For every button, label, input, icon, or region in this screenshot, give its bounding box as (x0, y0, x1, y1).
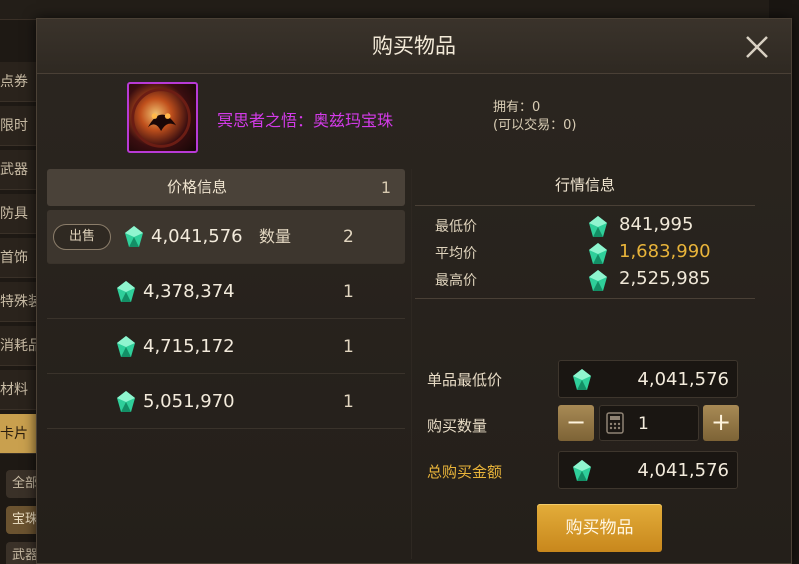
market-divider (415, 298, 755, 299)
quantity-value: 1 (638, 414, 649, 434)
listing-price: 5,051,970 (143, 391, 235, 412)
gem-icon (587, 242, 609, 266)
listing-row[interactable]: 出售 4,041,576 数量 2 (47, 210, 405, 264)
owned-count: 拥有：0 (493, 100, 541, 115)
orb-icon (131, 88, 191, 148)
purchase-quantity-label: 购买数量 (427, 417, 488, 435)
price-info-panel: 价格信息 1 出售 4,041,576 数量 2 4,378,374 1 4,7… (47, 169, 405, 563)
item-icon[interactable] (127, 82, 198, 153)
gem-icon (571, 368, 593, 392)
gem-icon (587, 215, 609, 239)
total-price-label: 总购买金额 (427, 463, 503, 481)
listing-price: 4,041,576 (151, 226, 243, 247)
gem-icon (115, 390, 137, 414)
total-price-value: 4,041,576 (637, 460, 729, 481)
panel-divider (411, 169, 412, 559)
quantity-input[interactable]: 1 (599, 405, 699, 441)
gem-icon (571, 459, 593, 483)
unit-min-price-value: 4,041,576 (637, 369, 729, 390)
unit-min-price-field: 4,041,576 (558, 360, 738, 398)
unit-min-price-label: 单品最低价 (427, 371, 503, 389)
listing-quantity: 1 (343, 337, 354, 357)
buy-item-button[interactable]: 购买物品 (537, 504, 662, 552)
sell-badge: 出售 (53, 224, 111, 250)
listing-row[interactable]: 5,051,970 1 (47, 375, 405, 429)
price-info-title: 价格信息 (167, 178, 228, 196)
max-price-value: 2,525,985 (619, 268, 711, 289)
avg-price-label: 平均价 (435, 246, 477, 262)
gem-icon (123, 225, 145, 249)
dialog-title: 购买物品 (372, 34, 456, 58)
market-info-title: 行情信息 (415, 164, 755, 206)
min-price-value: 841,995 (619, 214, 694, 235)
item-name: 冥思者之悟：奥兹玛宝珠 (217, 111, 394, 130)
price-info-page: 1 (380, 178, 391, 197)
total-price-field: 4,041,576 (558, 451, 738, 489)
listing-quantity: 1 (343, 282, 354, 302)
market-info-panel: 行情信息 最低价 841,995 平均价 1,683,990 最高价 2,525… (415, 164, 755, 304)
listing-row[interactable]: 4,378,374 1 (47, 265, 405, 319)
decrease-quantity-button[interactable]: − (558, 405, 594, 441)
avg-price-value: 1,683,990 (619, 241, 711, 262)
listing-quantity: 1 (343, 392, 354, 412)
listing-quantity: 2 (343, 227, 354, 247)
min-price-label: 最低价 (435, 219, 477, 235)
purchase-dialog: 购买物品 冥思者之悟：奥兹玛宝珠 拥有：0 (可以交易：0) 价格信息 1 出售 (36, 18, 792, 564)
increase-quantity-button[interactable]: + (703, 405, 739, 441)
tradable-count: (可以交易：0) (493, 118, 577, 133)
price-info-header: 价格信息 1 (47, 169, 405, 206)
listing-price: 4,378,374 (143, 281, 235, 302)
max-price-label: 最高价 (435, 273, 477, 289)
calculator-icon (606, 412, 624, 434)
listing-price: 4,715,172 (143, 336, 235, 357)
close-icon (746, 36, 768, 58)
listing-row[interactable]: 4,715,172 1 (47, 320, 405, 374)
owned-info: 拥有：0 (可以交易：0) (493, 99, 576, 135)
quantity-label: 数量 (259, 227, 292, 246)
close-button[interactable] (741, 31, 773, 63)
gem-icon (587, 269, 609, 293)
gem-icon (115, 335, 137, 359)
gem-icon (115, 280, 137, 304)
background-topbar (0, 0, 799, 20)
